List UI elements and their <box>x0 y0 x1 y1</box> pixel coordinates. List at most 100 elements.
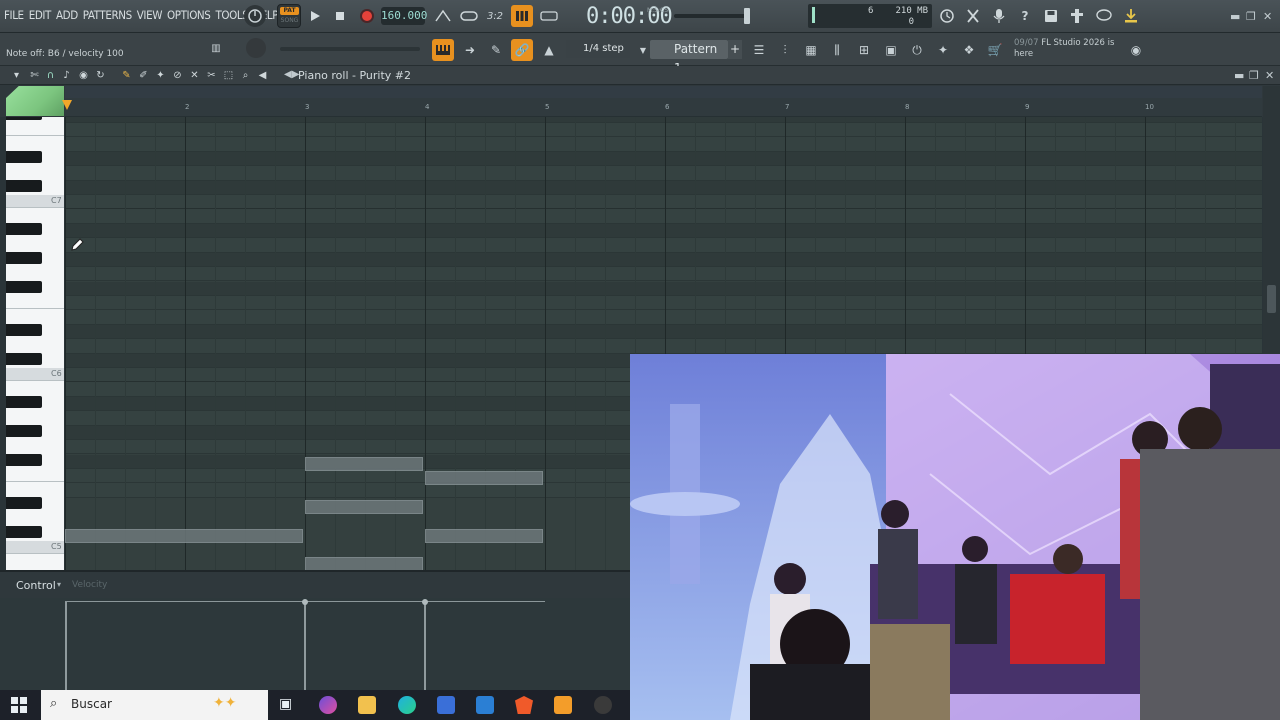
step-edit-icon[interactable] <box>511 5 533 27</box>
velocity-handle[interactable] <box>302 599 308 605</box>
black-key[interactable] <box>6 222 42 235</box>
obs-icon[interactable] <box>594 696 612 714</box>
black-key[interactable] <box>6 323 42 336</box>
scroll-thumb[interactable] <box>1267 285 1276 313</box>
select-tool-icon[interactable]: ⬚ <box>222 69 235 82</box>
close-icon[interactable]: ✕ <box>1263 10 1272 23</box>
countdown-icon[interactable]: 3:2 <box>484 5 506 27</box>
store-icon[interactable] <box>437 696 455 714</box>
stop-icon[interactable] <box>329 5 351 27</box>
black-key[interactable] <box>6 453 42 466</box>
pr-close-icon[interactable]: ✕ <box>1265 69 1274 82</box>
slice-tool-icon[interactable]: ✂ <box>205 69 218 82</box>
black-key[interactable] <box>6 424 42 437</box>
pr-minimize-icon[interactable]: ▬ <box>1234 69 1244 82</box>
add-pattern-button[interactable]: + <box>728 40 742 59</box>
menu-patterns[interactable]: PATTERNS <box>83 8 132 22</box>
options-arrow-icon[interactable]: ▾ <box>10 69 23 82</box>
brave-browser-icon[interactable] <box>515 696 533 714</box>
velocity-lane[interactable] <box>0 598 630 690</box>
mixer-icon[interactable]: ⫼ <box>826 39 848 61</box>
paint-brush-icon[interactable]: ✐ <box>137 69 150 82</box>
file-explorer-icon[interactable] <box>358 696 376 714</box>
midi-note[interactable] <box>305 557 423 570</box>
loop-icon[interactable]: ↻ <box>94 69 107 82</box>
chat-icon[interactable] <box>1093 5 1115 27</box>
typing-keyboard-icon[interactable] <box>432 5 454 27</box>
time-marker-strip[interactable] <box>65 86 1262 98</box>
mute-tool-icon[interactable]: ⊘ <box>171 69 184 82</box>
channel-color-tab[interactable] <box>6 86 64 116</box>
midi-note[interactable] <box>425 471 543 485</box>
tools-wrench-icon[interactable]: ✄ <box>28 69 41 82</box>
delete-tool-icon[interactable]: ✦ <box>154 69 167 82</box>
download-icon[interactable] <box>1120 5 1142 27</box>
link-chain-icon[interactable]: 🔗 <box>511 39 533 61</box>
plug-icon[interactable]: ⏻ <box>906 39 928 61</box>
midi-note[interactable] <box>65 529 303 543</box>
master-volume-slider[interactable] <box>674 8 750 24</box>
slip-tool-icon[interactable]: ✕ <box>188 69 201 82</box>
taskbar-search-box[interactable]: ⌕ Buscar ✦✦ <box>41 690 268 720</box>
pencil-brush-icon[interactable]: ✎ <box>485 39 507 61</box>
velocity-handle[interactable] <box>422 599 428 605</box>
pattern-selector[interactable]: Pattern 1 <box>650 40 728 75</box>
velocity-stem[interactable] <box>424 602 426 690</box>
play-icon[interactable] <box>304 5 326 27</box>
black-key[interactable] <box>6 251 42 264</box>
pattern-dropdown-icon[interactable]: ▼ <box>638 43 648 57</box>
plugin-database-icon[interactable] <box>1066 5 1088 27</box>
main-pitch-knob[interactable] <box>246 38 266 58</box>
wait-for-input-icon[interactable] <box>538 5 560 27</box>
menu-options[interactable]: OPTIONS <box>167 8 211 22</box>
black-key[interactable] <box>6 496 42 509</box>
bar-ruler[interactable]: 2 3 4 5 6 7 8 9 10 <box>65 98 1262 117</box>
black-key[interactable] <box>6 395 42 408</box>
pin-icon[interactable]: ✦ <box>932 39 954 61</box>
black-key[interactable] <box>6 280 42 293</box>
help-question-icon[interactable]: ? <box>1014 5 1036 27</box>
menu-edit[interactable]: EDIT <box>29 8 52 22</box>
playhead-marker[interactable] <box>62 100 72 110</box>
playback-icon[interactable]: ♪ <box>60 69 73 82</box>
draw-pencil-icon[interactable]: ✎ <box>120 69 133 82</box>
midi-note[interactable] <box>425 529 543 543</box>
channel-rack-icon[interactable]: ▦ <box>800 39 822 61</box>
menu-view[interactable]: VIEW <box>137 8 163 22</box>
fl-studio-taskbar-icon[interactable] <box>554 696 572 714</box>
black-key[interactable] <box>6 352 42 365</box>
piano-keyboard[interactable]: C7 C6 C5 <box>6 117 64 570</box>
playback-speaker-icon[interactable]: ◀ <box>256 69 269 82</box>
metronome-knob-icon[interactable] <box>244 5 266 27</box>
globe-icon[interactable]: ◉ <box>1125 39 1147 61</box>
menu-add[interactable]: ADD <box>56 8 78 22</box>
velocity-stem[interactable] <box>65 602 67 690</box>
metronome-bell-icon[interactable]: ▲ <box>538 39 560 61</box>
control-dropdown-icon[interactable]: ▾ <box>57 580 61 589</box>
magnet-snap-icon[interactable]: ∩ <box>44 69 57 82</box>
windows-start-icon[interactable] <box>11 697 27 717</box>
clipboard-icon[interactable]: ▣ <box>880 39 902 61</box>
mixer-x-icon[interactable] <box>962 5 984 27</box>
maximize-icon[interactable]: ❐ <box>1246 10 1256 23</box>
snap-arrow-icon[interactable]: ➜ <box>459 39 481 61</box>
piano-roll-icon[interactable]: ⫶ <box>774 39 796 61</box>
black-key[interactable] <box>6 150 42 163</box>
fruit-icon[interactable]: ❖ <box>958 39 980 61</box>
black-key[interactable] <box>6 117 42 120</box>
master-volume-handle[interactable] <box>744 8 750 24</box>
loop-record-icon[interactable] <box>458 5 480 27</box>
news-panel[interactable]: 09/07 FL Studio 2026 is here <box>1014 38 1124 60</box>
control-label[interactable]: Control <box>16 579 56 592</box>
midi-note[interactable] <box>305 457 423 471</box>
zoom-tool-icon[interactable]: ⌕ <box>239 69 252 82</box>
black-key[interactable] <box>6 179 42 192</box>
snap-step-selector[interactable]: 1/4 step <box>566 40 630 58</box>
velocity-stem[interactable] <box>304 602 306 690</box>
mail-icon[interactable] <box>476 696 494 714</box>
record-icon[interactable] <box>356 5 378 27</box>
black-key[interactable] <box>6 525 42 538</box>
minimize-icon[interactable]: ▬ <box>1230 10 1240 23</box>
task-view-icon[interactable]: ▣ <box>279 696 297 714</box>
playlist-icon[interactable]: ☰ <box>748 39 770 61</box>
